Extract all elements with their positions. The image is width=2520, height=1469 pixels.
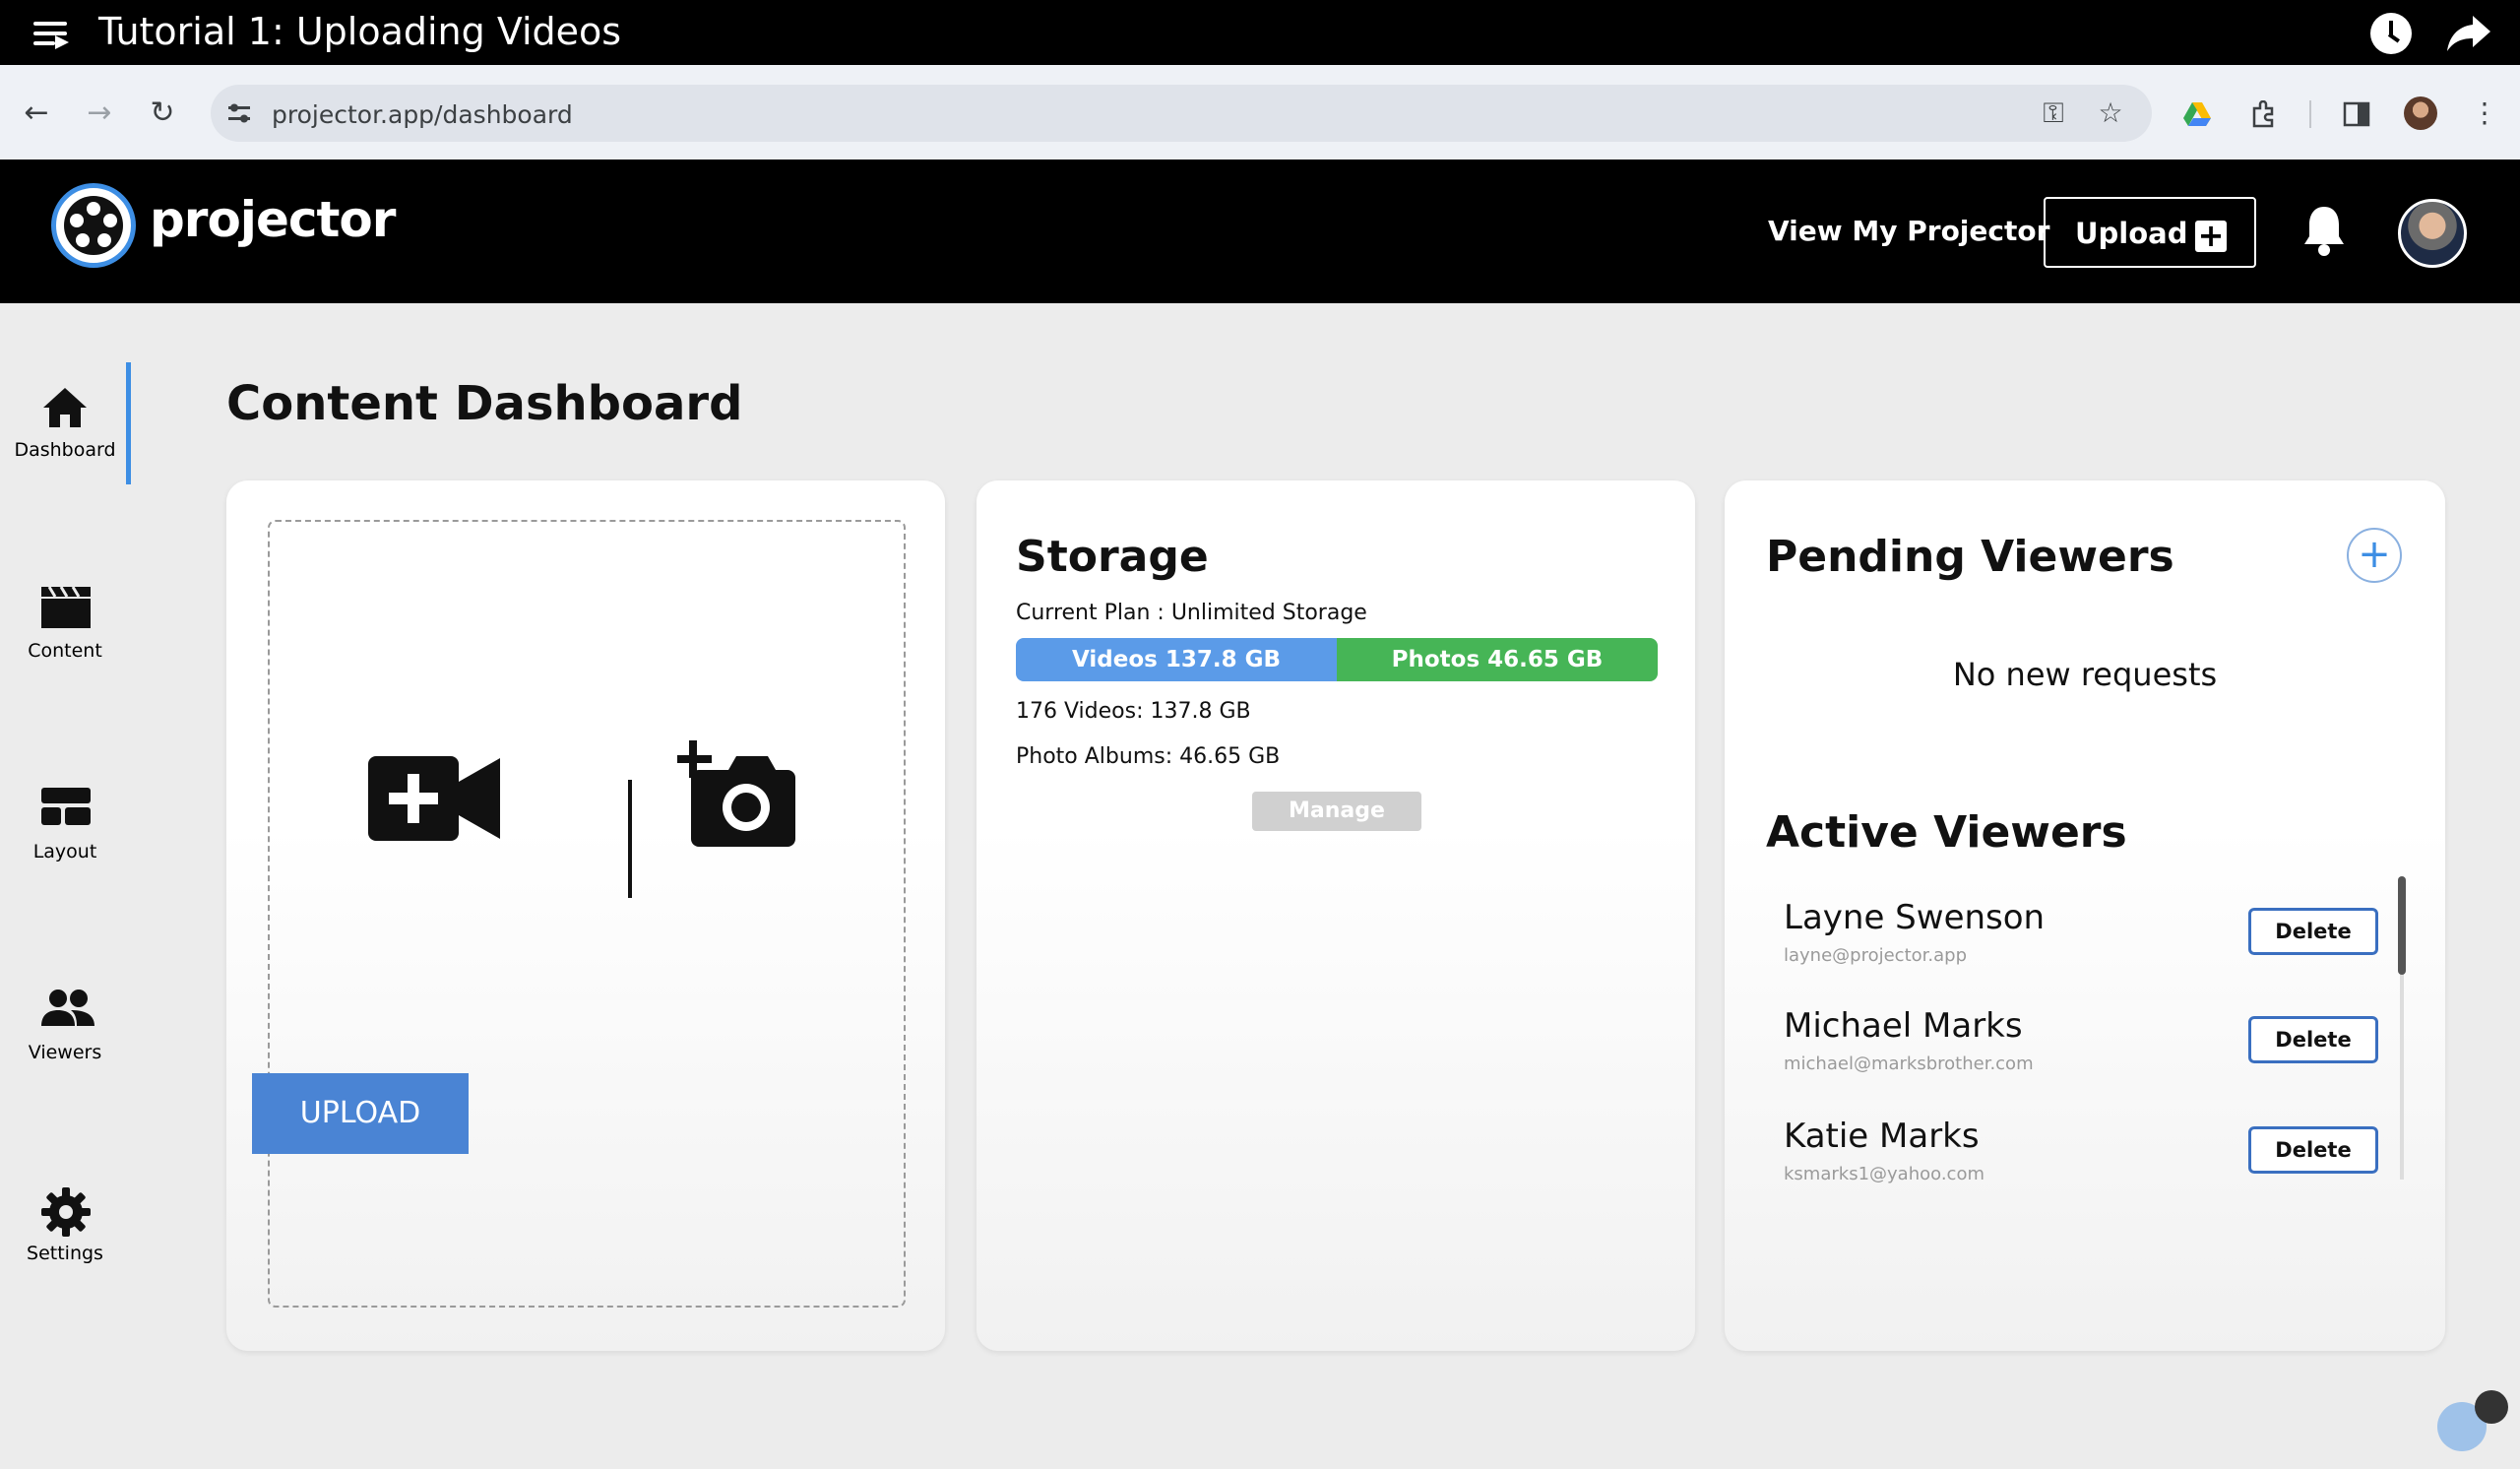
back-icon[interactable]: ←	[22, 98, 51, 128]
toolbar-separator	[2309, 100, 2311, 128]
delete-viewer-button[interactable]: Delete	[2248, 908, 2378, 955]
sidebar-item-content[interactable]: Content	[0, 547, 130, 685]
browser-profile-avatar[interactable]	[2404, 96, 2437, 130]
video-title-bar: Tutorial 1: Uploading Videos	[0, 0, 2520, 65]
kebab-menu-icon[interactable]: ⋮	[2471, 98, 2498, 128]
user-avatar[interactable]	[2398, 199, 2467, 268]
page-title: Content Dashboard	[226, 376, 743, 431]
upload-drop-zone[interactable]	[268, 520, 906, 1308]
pending-viewers-title: Pending Viewers	[1766, 532, 2174, 582]
viewer-name: Michael Marks	[1784, 1006, 2023, 1046]
scroll-track[interactable]	[2400, 973, 2404, 1180]
header-upload-label: Upload	[2075, 217, 2188, 250]
photos-usage-text: Photo Albums: 46.65 GB	[1016, 744, 1281, 769]
notification-bell-icon[interactable]	[2301, 203, 2347, 258]
viewer-name: Katie Marks	[1784, 1117, 1980, 1156]
side-panel-icon[interactable]	[2343, 100, 2370, 128]
current-plan-text: Current Plan : Unlimited Storage	[1016, 601, 1367, 625]
site-settings-icon[interactable]	[226, 100, 252, 126]
playlist-menu-icon[interactable]	[33, 20, 69, 49]
sidebar-label-content: Content	[28, 640, 102, 662]
list-item: Michael Marks michael@marksbrother.com D…	[1776, 1006, 2386, 1115]
layout-icon	[41, 788, 91, 825]
delete-viewer-button[interactable]: Delete	[2248, 1126, 2378, 1174]
viewer-email: michael@marksbrother.com	[1784, 1054, 2034, 1074]
photos-usage-segment: Photos 46.65 GB	[1337, 638, 1658, 681]
clapperboard-icon	[41, 586, 91, 628]
header-upload-button[interactable]: Upload +	[2044, 197, 2256, 268]
logo-text[interactable]: projector	[150, 191, 396, 248]
share-icon[interactable]	[2445, 12, 2492, 55]
viewer-name: Layne Swenson	[1784, 898, 2046, 937]
upload-card	[226, 480, 945, 1351]
sidebar: Dashboard Content Layout Viewers Setting…	[0, 303, 131, 1469]
viewers-card: Pending Viewers + No new requests Active…	[1725, 480, 2445, 1351]
view-my-projector-link[interactable]: View My Projector	[1768, 215, 2049, 247]
forward-icon[interactable]: →	[85, 98, 114, 128]
sidebar-label-dashboard: Dashboard	[14, 439, 116, 461]
reload-icon[interactable]: ↻	[148, 98, 177, 128]
upload-button[interactable]: UPLOAD	[252, 1073, 469, 1154]
viewer-email: ksmarks1@yahoo.com	[1784, 1164, 1984, 1184]
storage-title: Storage	[1016, 532, 1209, 582]
active-viewers-title: Active Viewers	[1766, 807, 2127, 858]
active-viewers-list[interactable]: Layne Swenson layne@projector.app Delete…	[1776, 874, 2406, 1193]
drive-icon[interactable]	[2183, 102, 2211, 126]
people-icon	[41, 990, 94, 1026]
sidebar-label-viewers: Viewers	[28, 1042, 102, 1063]
browser-toolbar: ← → ↻ projector.app/dashboard ⚿ ☆ ⋮	[0, 65, 2520, 160]
upload-divider	[628, 780, 632, 898]
home-icon	[43, 388, 87, 427]
video-title: Tutorial 1: Uploading Videos	[98, 10, 622, 53]
watch-later-icon[interactable]	[2370, 13, 2412, 54]
sidebar-label-settings: Settings	[27, 1243, 103, 1264]
gear-icon	[41, 1187, 91, 1237]
storage-usage-bar: Videos 137.8 GB Photos 46.65 GB	[1016, 638, 1658, 681]
password-key-icon[interactable]: ⚿	[2038, 98, 2069, 128]
videos-usage-text: 176 Videos: 137.8 GB	[1016, 699, 1251, 724]
list-item: Layne Swenson layne@projector.app Delete	[1776, 898, 2386, 1006]
plus-icon: +	[2195, 220, 2227, 252]
viewer-email: layne@projector.app	[1784, 945, 1968, 966]
app-header: projector View My Projector Upload +	[0, 160, 2520, 303]
sidebar-item-dashboard[interactable]: Dashboard	[0, 347, 130, 484]
bookmark-star-icon[interactable]: ☆	[2095, 98, 2126, 128]
no-requests-text: No new requests	[1952, 656, 2218, 693]
sidebar-label-layout: Layout	[32, 841, 97, 862]
videos-usage-segment: Videos 137.8 GB	[1016, 638, 1337, 681]
sidebar-item-settings[interactable]: Settings	[0, 1150, 130, 1288]
scrollbar-thumb[interactable]	[2398, 876, 2406, 975]
projector-logo-icon[interactable]	[51, 183, 136, 268]
captions-icon[interactable]	[2475, 1390, 2508, 1424]
delete-viewer-button[interactable]: Delete	[2248, 1016, 2378, 1063]
url-text[interactable]: projector.app/dashboard	[272, 100, 573, 129]
storage-card: Storage Current Plan : Unlimited Storage…	[976, 480, 1695, 1351]
add-viewer-button[interactable]: +	[2347, 528, 2402, 583]
list-item: Katie Marks ksmarks1@yahoo.com Delete	[1776, 1117, 2386, 1193]
sidebar-item-layout[interactable]: Layout	[0, 748, 130, 886]
manage-button[interactable]: Manage	[1252, 792, 1421, 831]
add-photo-icon[interactable]	[677, 740, 797, 849]
extensions-icon[interactable]	[2248, 100, 2278, 130]
add-video-icon[interactable]	[368, 752, 500, 845]
sidebar-item-viewers[interactable]: Viewers	[0, 949, 130, 1087]
